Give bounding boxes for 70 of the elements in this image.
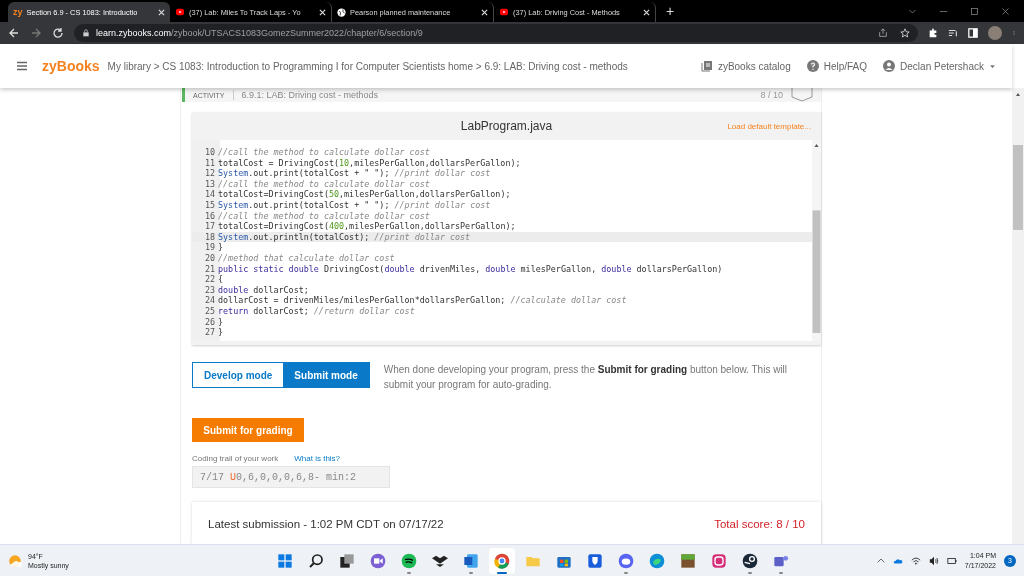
new-tab-button[interactable]: + [656,3,685,19]
page-scrollbar[interactable] [1012,88,1024,544]
activity-title: 6.9.1: LAB: Driving cost - methods [232,90,379,100]
weather-icon [8,553,22,568]
help-link[interactable]: Help/FAQ [806,60,868,72]
book-stack-icon [700,60,713,72]
code-line: 12 System.out.print(totalCost + " "); //print dollar cost [203,168,492,179]
windows-logo-icon [277,552,293,569]
activity-score: 8 / 10 [760,90,783,100]
avatar-icon[interactable] [988,26,1002,40]
menu-icon[interactable] [16,60,28,72]
code-line: 17 totalCost=DrivingCost(400,milesPerGallon,dollarsPerGallon); [203,221,517,232]
code-line: 14 totalCost=DrivingCost(50,milesPerGallon,dollarsPerGallon); [203,189,512,200]
maximize-icon[interactable] [970,6,979,16]
help-link[interactable]: What is this? [294,454,341,463]
code-line: 24 dollarCost = drivenMiles/milesPerGallon*dollarsPerGallon; //calculate dollar cost [203,295,628,306]
puzzle-icon[interactable] [928,28,938,38]
share-icon[interactable] [878,28,888,38]
speaker-icon [928,555,939,566]
catalog-link[interactable]: zyBooks catalog [700,60,791,72]
code-line: 27 } [203,327,225,338]
star-icon[interactable] [900,28,910,38]
browser-icon [494,552,510,569]
code-line: 20 //method that calculate dollar cost [203,252,396,264]
side-panel-icon[interactable] [968,28,978,38]
total-score: Total score: 8 / 10 [714,518,805,530]
wifi-icon [910,555,921,566]
code-line: 21 public static double DrivingCost(double drivenMiles, double milesPerGallon, double dollarsPerGallon) [203,263,724,275]
code-line: 10 //call the method to calculate dollar cost [203,147,431,158]
code-line: 22 { [203,274,225,285]
code-line: 26 } [203,316,225,328]
play-icon [499,8,509,16]
forward-arrow-icon[interactable] [30,27,42,39]
favicon: zy [13,7,23,17]
coding-trail-label: Coding trail of your work [192,454,279,463]
code-line: 25 return dollarCost; //return dollar cost [203,305,416,317]
music-circle-icon [401,552,417,569]
mode-tab[interactable]: Submit mode [283,363,369,387]
shield-icon [587,552,603,569]
chevron-up-icon[interactable] [876,556,885,565]
back-arrow-icon[interactable] [8,27,20,39]
reload-icon[interactable] [52,27,64,39]
file-name: LabProgram.java [460,119,553,133]
help-icon [806,60,819,72]
document-icon [463,552,479,569]
coding-trail: 7/17 U0,6,0,0,0,6,8- min:2 [192,466,390,488]
globe-icon [337,7,346,17]
code-line: 23 double dollarCost; [203,284,310,296]
video-camera-icon [370,552,386,569]
breadcrumb: My library > CS 1083: Introduction to Programming I for Computer Scientists home > 6.9: LAB: Driving cost - methods [107,60,628,72]
squares-icon [339,552,355,569]
chat-bubble-icon [618,552,634,569]
lock-icon [82,29,90,37]
code-line: 19 } [203,242,225,253]
user-menu[interactable]: Declan Petershack [883,60,996,72]
battery-icon [946,555,957,566]
search-icon [308,552,324,569]
code-line: 11 totalCost = DrivingCost(10,milesPerGallon,dollarsPerGallon); [203,157,522,169]
playlist-icon[interactable] [948,28,958,38]
camera-icon [711,552,727,569]
address-field[interactable]: learn.zybooks.com/zybook/UTSACS1083GomezSummer2022/chapter/6/section/9 [74,24,918,42]
user-icon [883,60,896,72]
code-line: 13 //call the method to calculate dollar cost [203,178,431,190]
caret-icon [989,62,996,70]
latest-submission: Latest submission - 1:02 PM CDT on 07/17/22 [208,518,444,530]
mode-description: When done developing your program, press the Submit for grading button below. This will submit your program for auto-grading. [383,363,789,392]
grass-block-icon [680,552,696,569]
code-line: 15 System.out.print(totalCost + " "); //print dollar cost [203,199,492,211]
play-icon [175,8,185,16]
code-line: 16 //call the method to calculate dollar cost [203,210,431,222]
